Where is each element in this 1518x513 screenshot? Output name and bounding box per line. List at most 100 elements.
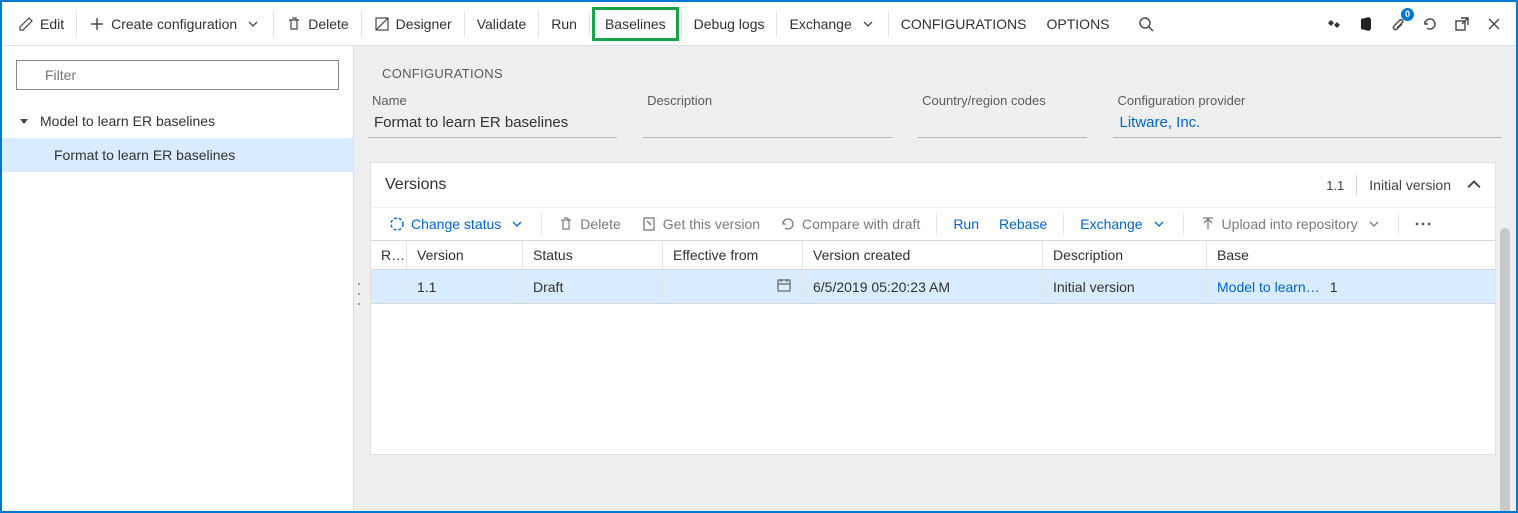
office-icon-button[interactable] — [1354, 12, 1378, 36]
label-name: Name — [368, 93, 617, 108]
refresh-icon — [1422, 16, 1438, 32]
value-provider[interactable]: Litware, Inc. — [1113, 110, 1502, 138]
run-button[interactable]: Run — [541, 10, 587, 38]
refresh-button[interactable] — [1418, 12, 1442, 36]
field-country: Country/region codes — [918, 93, 1087, 138]
version-exchange-button[interactable]: Exchange — [1070, 212, 1176, 236]
designer-label: Designer — [396, 16, 452, 32]
cell-effective — [663, 271, 803, 302]
get-version-button[interactable]: Get this version — [631, 212, 770, 236]
col-status[interactable]: Status — [523, 241, 663, 269]
delete-button[interactable]: Delete — [276, 10, 358, 38]
link-icon-button[interactable] — [1322, 12, 1346, 36]
scrollbar-vertical[interactable] — [1500, 228, 1510, 511]
filter-input[interactable] — [16, 60, 339, 90]
search-button[interactable] — [1128, 10, 1164, 38]
col-r[interactable]: R… — [371, 241, 407, 269]
upload-repo-button[interactable]: Upload into repository — [1190, 212, 1392, 236]
validate-label: Validate — [477, 16, 527, 32]
separator — [1063, 213, 1064, 235]
chevron-down-icon — [245, 16, 261, 32]
version-delete-label: Delete — [580, 216, 620, 232]
options-tab[interactable]: OPTIONS — [1037, 10, 1120, 38]
chevron-down-icon — [860, 16, 876, 32]
collapse-versions-icon[interactable] — [1467, 180, 1481, 190]
more-actions-button[interactable] — [1405, 212, 1441, 236]
col-effective[interactable]: Effective from — [663, 241, 803, 269]
filter-area — [2, 46, 353, 104]
splitter-grip[interactable] — [354, 279, 364, 309]
exchange-label: Exchange — [789, 16, 851, 32]
chevron-down-icon — [509, 216, 525, 232]
exchange-button[interactable]: Exchange — [779, 10, 885, 38]
calendar-icon[interactable] — [776, 277, 792, 293]
designer-button[interactable]: Designer — [364, 10, 462, 38]
edit-button[interactable]: Edit — [8, 10, 74, 38]
tree-collapse-icon[interactable] — [20, 117, 34, 125]
get-version-label: Get this version — [663, 216, 760, 232]
separator — [1356, 175, 1357, 195]
versions-panel: Versions 1.1 Initial version Change stat… — [370, 162, 1496, 455]
status-cycle-icon — [389, 216, 405, 232]
separator — [776, 11, 777, 37]
value-description[interactable] — [643, 110, 892, 138]
close-icon — [1486, 16, 1502, 32]
attachments-button[interactable]: 0 — [1386, 12, 1410, 36]
col-base[interactable]: Base — [1207, 241, 1495, 269]
create-configuration-button[interactable]: Create configuration — [79, 10, 271, 38]
col-created[interactable]: Version created — [803, 241, 1043, 269]
link-icon — [1326, 16, 1342, 32]
debug-logs-label: Debug logs — [694, 16, 765, 32]
col-description[interactable]: Description — [1043, 241, 1207, 269]
version-exchange-label: Exchange — [1080, 216, 1142, 232]
top-toolbar: Edit Create configuration Delete Designe… — [2, 2, 1516, 46]
value-country[interactable] — [918, 110, 1087, 138]
separator — [1398, 213, 1399, 235]
close-button[interactable] — [1482, 12, 1506, 36]
separator — [76, 11, 77, 37]
base-version: 1 — [1330, 279, 1338, 295]
base-link[interactable]: Model to learn… — [1217, 279, 1320, 295]
label-description: Description — [643, 93, 892, 108]
field-description: Description — [643, 93, 892, 138]
value-name[interactable]: Format to learn ER baselines — [368, 110, 617, 138]
versions-header-version: 1.1 — [1326, 178, 1344, 193]
rebase-button[interactable]: Rebase — [989, 212, 1057, 236]
change-status-label: Change status — [411, 216, 501, 232]
run-label: Run — [551, 16, 577, 32]
tree-child-label: Format to learn ER baselines — [54, 147, 235, 163]
label-country: Country/region codes — [918, 93, 1087, 108]
table-row[interactable]: 1.1 Draft 6/5/2019 05:20:23 AM Initial v… — [371, 270, 1495, 304]
separator — [273, 11, 274, 37]
cell-description: Initial version — [1043, 273, 1207, 301]
office-icon — [1358, 16, 1374, 32]
grid-header: R… Version Status Effective from Version… — [371, 241, 1495, 270]
popout-icon — [1454, 16, 1470, 32]
versions-header-desc: Initial version — [1369, 177, 1451, 193]
tree-node-root[interactable]: Model to learn ER baselines — [2, 104, 353, 138]
popout-button[interactable] — [1450, 12, 1474, 36]
tree-node-child[interactable]: Format to learn ER baselines — [2, 138, 353, 172]
validate-button[interactable]: Validate — [467, 10, 537, 38]
separator — [538, 11, 539, 37]
cell-r — [371, 281, 407, 293]
version-run-button[interactable]: Run — [943, 212, 989, 236]
baselines-label: Baselines — [605, 16, 666, 32]
compare-button[interactable]: Compare with draft — [770, 212, 930, 236]
baselines-button[interactable]: Baselines — [592, 7, 679, 41]
label-provider: Configuration provider — [1113, 93, 1502, 108]
upload-repo-label: Upload into repository — [1222, 216, 1358, 232]
body-row: Model to learn ER baselines Format to le… — [2, 46, 1516, 511]
attachments-badge: 0 — [1401, 8, 1414, 21]
change-status-button[interactable]: Change status — [379, 212, 535, 236]
debug-logs-button[interactable]: Debug logs — [684, 10, 775, 38]
version-delete-button[interactable]: Delete — [548, 212, 630, 236]
configurations-tab[interactable]: CONFIGURATIONS — [891, 10, 1037, 38]
compare-icon — [780, 216, 796, 232]
trash-icon — [286, 16, 302, 32]
delete-label: Delete — [308, 16, 348, 32]
separator — [541, 213, 542, 235]
upload-icon — [1200, 216, 1216, 232]
separator — [464, 11, 465, 37]
col-version[interactable]: Version — [407, 241, 523, 269]
